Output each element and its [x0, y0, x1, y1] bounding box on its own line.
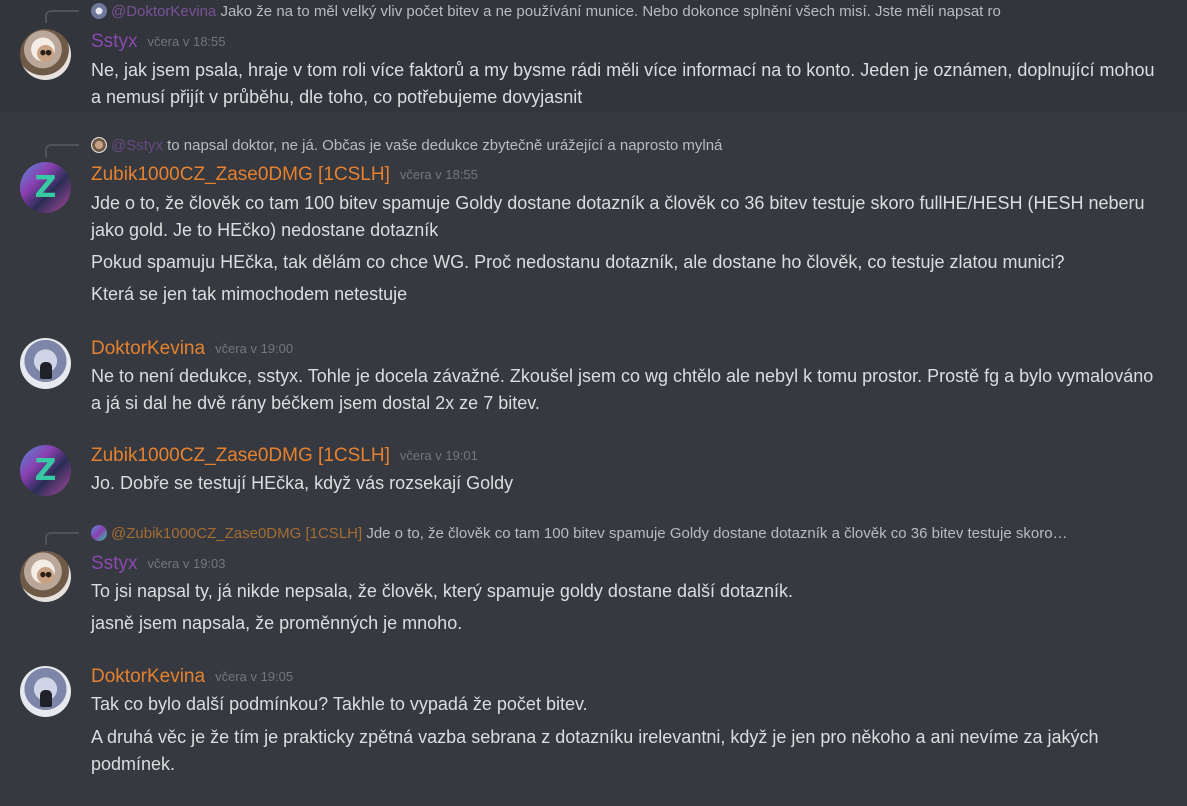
reply-text: Jde o to, že člověk co tam 100 bitev spa… [366, 525, 1068, 542]
message[interactable]: DoktorKevina včera v 19:00 Ne to není ded… [0, 336, 1187, 421]
author-name[interactable]: Sstyx [91, 553, 137, 574]
timestamp: včera v 19:00 [215, 341, 294, 356]
message[interactable]: @Sstyx to napsal doktor, ne já. Občas je… [0, 135, 1187, 315]
reply-text: to napsal doktor, ne já. Občas je vaše d… [167, 137, 723, 154]
avatar[interactable] [20, 445, 71, 496]
reply-mention[interactable]: @DoktorKevina [111, 3, 216, 20]
message-text: jasně jsem napsala, že proměnných je mno… [91, 613, 463, 633]
message-text: To jsi napsal ty, já nikde nepsala, že č… [91, 581, 794, 601]
author-row: Zubik1000CZ_Zase0DMG [1CSLH] včera v 18:5… [91, 163, 478, 187]
reply-connector [45, 10, 79, 23]
timestamp: včera v 19:05 [215, 669, 294, 684]
reply-avatar [91, 525, 107, 541]
message-text: Jde o to, že člověk co tam 100 bitev spa… [91, 193, 1145, 240]
author-name[interactable]: DoktorKevina [91, 338, 205, 359]
author-row: Sstyx včera v 18:55 [91, 30, 226, 54]
author-row: Sstyx včera v 19:03 [91, 552, 226, 576]
chat-messages: @DoktorKevina Jako že na to měl velký vl… [0, 0, 1187, 806]
message-text: Ne, jak jsem psala, hraje v tom roli víc… [91, 60, 1155, 107]
reply-avatar [91, 3, 107, 19]
reply-mention[interactable]: @Sstyx [111, 137, 163, 154]
author-row: DoktorKevina včera v 19:05 [91, 665, 293, 689]
timestamp: včera v 19:01 [399, 448, 478, 463]
message-text: Pokud spamuju HEčka, tak dělám co chce W… [91, 252, 1065, 272]
avatar[interactable] [20, 29, 71, 80]
avatar[interactable] [20, 551, 71, 602]
avatar[interactable] [20, 666, 71, 717]
avatar[interactable] [20, 338, 71, 389]
reply-preview[interactable]: @DoktorKevina Jako že na to měl velký vl… [91, 2, 1181, 22]
timestamp: včera v 19:03 [147, 556, 226, 571]
message[interactable]: @Zubik1000CZ_Zase0DMG [1CSLH] Jde o to, … [0, 523, 1187, 643]
avatar[interactable] [20, 162, 71, 213]
message[interactable]: @DoktorKevina Jako že na to měl velký vl… [0, 0, 1187, 112]
message-text: Jo. Dobře se testují HEčka, když vás roz… [91, 473, 514, 493]
message-text: Ne to není dedukce, sstyx. Tohle je doce… [91, 366, 1154, 413]
reply-preview[interactable]: @Zubik1000CZ_Zase0DMG [1CSLH] Jde o to, … [91, 524, 1171, 544]
reply-preview[interactable]: @Sstyx to napsal doktor, ne já. Občas je… [91, 136, 1181, 156]
message-text: Která se jen tak mimochodem netestuje [91, 284, 408, 304]
reply-connector [45, 532, 79, 545]
timestamp: včera v 18:55 [399, 167, 478, 182]
author-row: Zubik1000CZ_Zase0DMG [1CSLH] včera v 19:0… [91, 444, 478, 468]
message-text: A druhá věc je že tím je prakticky zpětn… [91, 727, 1099, 774]
message-text: Tak co bylo další podmínkou? Takhle to v… [91, 694, 588, 714]
reply-avatar [91, 137, 107, 153]
reply-mention[interactable]: @Zubik1000CZ_Zase0DMG [1CSLH] [111, 525, 362, 542]
reply-text: Jako že na to měl velký vliv počet bitev… [220, 3, 1001, 20]
message[interactable]: DoktorKevina včera v 19:05 Tak co bylo da… [0, 664, 1187, 806]
author-name[interactable]: Zubik1000CZ_Zase0DMG [1CSLH] [91, 445, 390, 466]
author-name[interactable]: Zubik1000CZ_Zase0DMG [1CSLH] [91, 164, 390, 185]
author-name[interactable]: Sstyx [91, 31, 137, 52]
author-row: DoktorKevina včera v 19:00 [91, 337, 293, 361]
message[interactable]: Zubik1000CZ_Zase0DMG [1CSLH] včera v 19:0… [0, 443, 1187, 503]
author-name[interactable]: DoktorKevina [91, 666, 205, 687]
timestamp: včera v 18:55 [147, 34, 226, 49]
reply-connector [45, 144, 79, 157]
